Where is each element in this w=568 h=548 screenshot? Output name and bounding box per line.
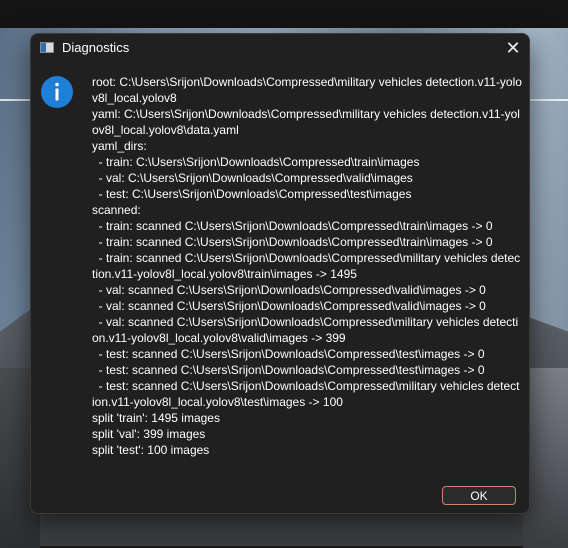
ok-button[interactable]: OK: [442, 486, 516, 505]
app-icon: [40, 42, 54, 53]
info-icon: [41, 76, 73, 108]
diagnostics-dialog: Diagnostics ✕ root: C:\Users\Srijon\Down…: [30, 33, 530, 514]
close-button[interactable]: ✕: [497, 34, 529, 62]
dialog-titlebar[interactable]: Diagnostics ✕: [31, 34, 529, 62]
diagnostics-message: root: C:\Users\Srijon\Downloads\Compress…: [92, 75, 522, 457]
dialog-footer: OK: [31, 473, 529, 513]
top-bar: [0, 0, 568, 28]
dialog-title: Diagnostics: [62, 40, 130, 55]
